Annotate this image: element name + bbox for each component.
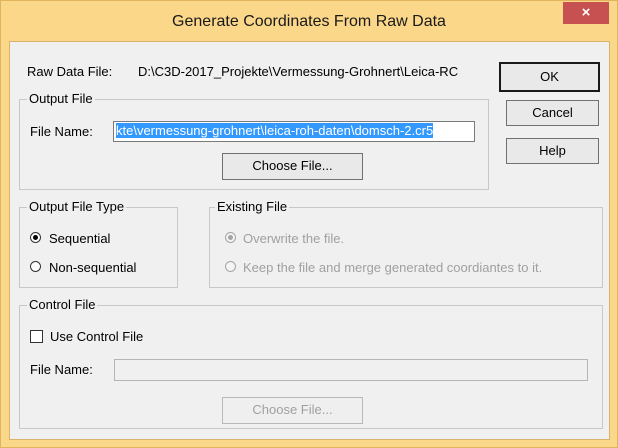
help-button[interactable]: Help [506,138,599,164]
non-sequential-label[interactable]: Non-sequential [49,260,136,275]
control-file-name-label: File Name: [30,362,93,377]
control-choose-file-button[interactable]: Choose File... [222,397,363,424]
title-bar[interactable]: Generate Coordinates From Raw Data × [1,1,617,41]
existing-file-group [209,207,603,288]
dialog-window: Generate Coordinates From Raw Data × Raw… [0,0,618,448]
sequential-radio[interactable] [30,232,41,243]
sequential-label[interactable]: Sequential [49,231,110,246]
overwrite-radio[interactable] [225,232,236,243]
existing-file-group-title: Existing File [215,199,290,214]
merge-radio[interactable] [225,261,236,272]
raw-data-file-path: D:\C3D-2017_Projekte\Vermessung-Grohnert… [138,64,459,79]
output-file-group-title: Output File [27,91,95,106]
output-file-type-group-title: Output File Type [27,199,127,214]
ok-button[interactable]: OK [499,62,600,92]
control-file-name-input[interactable] [114,359,588,381]
window-title: Generate Coordinates From Raw Data [172,13,446,30]
output-file-name-input[interactable]: kte\vermessung-grohnert\leica-roh-daten\… [113,121,475,142]
non-sequential-radio[interactable] [30,261,41,272]
output-file-name-selected-text: kte\vermessung-grohnert\leica-roh-daten\… [116,123,434,138]
use-control-file-label[interactable]: Use Control File [50,329,143,344]
overwrite-label: Overwrite the file. [243,231,345,246]
raw-data-file-label: Raw Data File: [27,64,113,79]
output-file-name-label: File Name: [30,124,93,139]
use-control-file-checkbox[interactable] [30,330,43,343]
dialog-body: Raw Data File: D:\C3D-2017_Projekte\Verm… [9,41,610,440]
cancel-button[interactable]: Cancel [506,100,599,126]
output-file-type-group [19,207,178,288]
output-choose-file-button[interactable]: Choose File... [222,153,363,180]
close-icon[interactable]: × [563,2,609,24]
merge-label: Keep the file and merge generated coordi… [243,260,543,275]
control-file-group-title: Control File [27,297,98,312]
